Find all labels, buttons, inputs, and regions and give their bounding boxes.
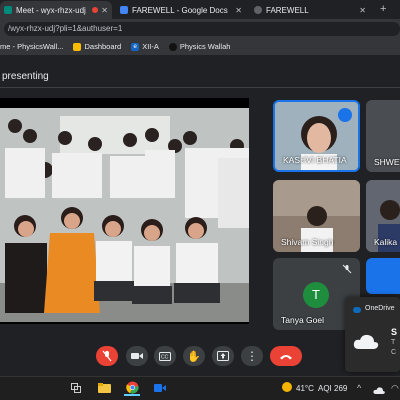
participant-tile[interactable]: SHWETA bbox=[366, 100, 400, 172]
url-field[interactable]: /wyx-rhzx-udj?pli=1&authuser=1 bbox=[4, 22, 400, 36]
camera-toggle-button[interactable] bbox=[126, 346, 148, 366]
bookmark-label: me - PhysicsWall... bbox=[0, 42, 64, 51]
wifi-icon[interactable]: ◠ bbox=[391, 383, 399, 394]
meet-app-icon[interactable] bbox=[152, 380, 168, 396]
task-view-icon[interactable] bbox=[68, 380, 84, 396]
chevron-up-icon[interactable]: ^ bbox=[357, 383, 361, 393]
participant-name: KASHVI BHATIA bbox=[283, 155, 347, 165]
close-icon[interactable]: ✕ bbox=[101, 6, 108, 15]
mic-off-icon bbox=[342, 264, 352, 274]
globe-icon bbox=[254, 6, 262, 14]
meet-favicon-icon bbox=[4, 6, 12, 14]
svg-text:CC: CC bbox=[161, 354, 169, 360]
docs-favicon-icon bbox=[120, 6, 128, 14]
participant-name: Tanya Goel bbox=[281, 315, 324, 325]
phone-hangup-icon bbox=[280, 354, 292, 359]
more-options-button[interactable]: ⋮ bbox=[241, 346, 263, 366]
bookmark-item[interactable]: Dashboard bbox=[73, 42, 121, 51]
weather-sun-icon bbox=[282, 382, 292, 392]
tab-docs-label: FAREWELL - Google Docs bbox=[132, 5, 228, 15]
end-call-button[interactable] bbox=[270, 346, 302, 366]
new-tab-icon[interactable]: + bbox=[380, 3, 386, 15]
group-photo-image bbox=[0, 108, 249, 322]
weather-temperature[interactable]: 41°C bbox=[296, 384, 314, 393]
raise-hand-button[interactable]: ✋ bbox=[183, 346, 205, 366]
pw-logo-icon bbox=[168, 42, 177, 51]
air-quality[interactable]: AQI 269 bbox=[318, 384, 347, 393]
more-vert-icon: ⋮ bbox=[246, 349, 258, 363]
avatar: T bbox=[303, 282, 329, 308]
captions-button[interactable]: CC bbox=[154, 346, 176, 366]
speaking-indicator-icon bbox=[338, 108, 352, 122]
close-icon[interactable]: ✕ bbox=[235, 6, 242, 15]
close-icon[interactable]: ✕ bbox=[359, 6, 366, 15]
tab-farewell-label: FAREWELL bbox=[266, 5, 309, 15]
tab-farewell[interactable]: FAREWELL ✕ bbox=[250, 1, 370, 19]
bookmark-item[interactable]: me - PhysicsWall... bbox=[0, 42, 63, 51]
mic-toggle-button[interactable] bbox=[96, 346, 118, 366]
participant-tile[interactable]: Kalika bbox=[366, 180, 400, 252]
bookmark-item[interactable]: e XII-A bbox=[131, 42, 159, 51]
onedrive-icon bbox=[353, 307, 361, 313]
bookmark-label: Physics Wallah bbox=[179, 42, 231, 51]
mic-off-icon bbox=[102, 350, 112, 362]
bookmark-item[interactable]: Physics Wallah bbox=[168, 42, 231, 51]
participant-name: Shivam Singh bbox=[281, 237, 334, 247]
participant-tile[interactable]: KASHVI BHATIA bbox=[273, 100, 360, 172]
tab-meet[interactable]: Meet - wyx-rhzx-udj ✕ bbox=[0, 1, 112, 19]
notification-app-name: OneDrive bbox=[365, 305, 395, 312]
participant-name: SHWETA bbox=[374, 157, 400, 167]
notification-title: S bbox=[391, 327, 398, 337]
bookmark-label: Dashboard bbox=[84, 42, 122, 51]
shared-photo bbox=[0, 108, 249, 322]
onedrive-tray-icon[interactable] bbox=[373, 382, 385, 394]
notification-line: C bbox=[391, 349, 397, 356]
participant-tile-partial[interactable] bbox=[366, 258, 400, 294]
edge-icon: e bbox=[131, 42, 140, 51]
camera-icon bbox=[131, 353, 143, 359]
notification-line: T bbox=[391, 339, 396, 346]
captions-icon: CC bbox=[159, 351, 171, 361]
bookmark-label: XII-A bbox=[142, 42, 159, 51]
file-explorer-icon[interactable] bbox=[96, 380, 112, 396]
presenting-label: presenting bbox=[0, 66, 400, 88]
participant-tile[interactable]: Shivam Singh bbox=[273, 180, 360, 252]
folder-icon bbox=[73, 42, 82, 51]
cloud-icon bbox=[353, 334, 379, 349]
recording-dot-icon bbox=[91, 7, 98, 13]
present-button[interactable] bbox=[212, 346, 234, 366]
chrome-icon[interactable] bbox=[124, 380, 140, 396]
tab-docs[interactable]: FAREWELL - Google Docs ✕ bbox=[116, 1, 246, 19]
participant-name: Kalika bbox=[374, 237, 398, 247]
tab-meet-label: Meet - wyx-rhzx-udj bbox=[16, 5, 86, 15]
hand-icon: ✋ bbox=[187, 350, 201, 363]
present-icon bbox=[217, 351, 229, 361]
bookmarks-bar: me - PhysicsWall... Dashboard e XII-A Phy… bbox=[0, 38, 400, 56]
onedrive-notification[interactable]: OneDrive S T C bbox=[345, 297, 400, 372]
